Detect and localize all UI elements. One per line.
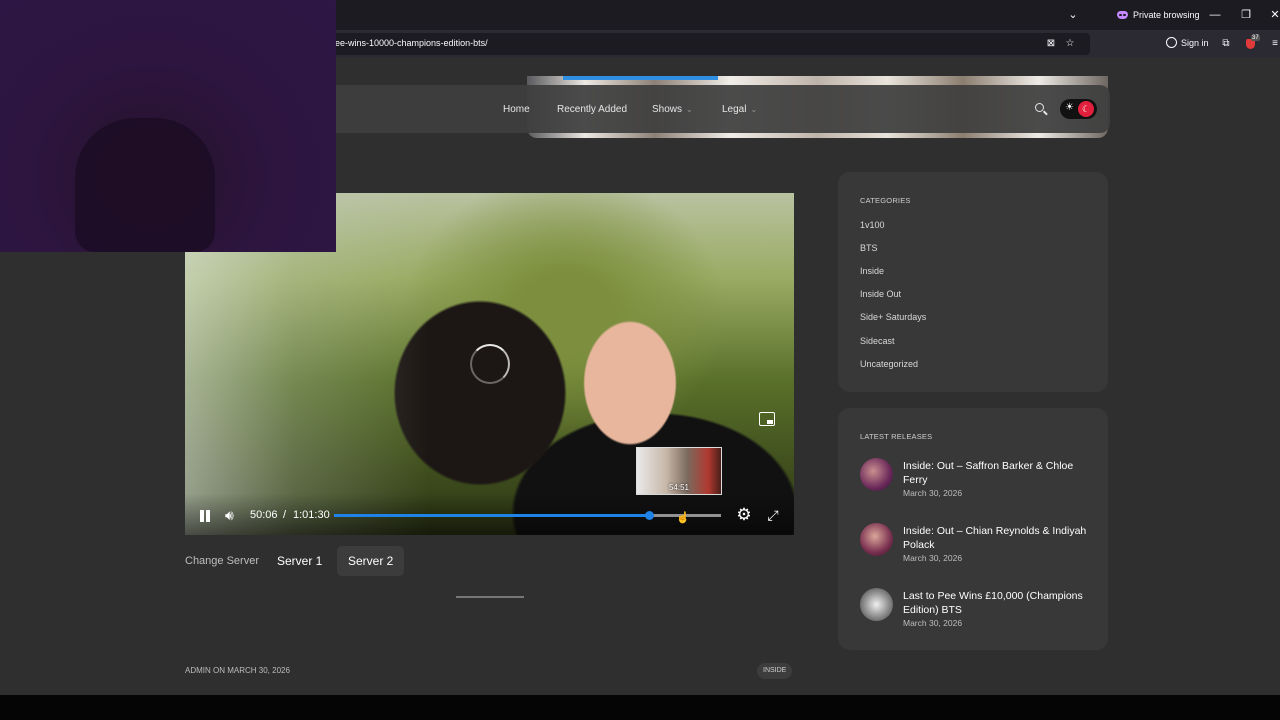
release-title[interactable]: Last to Pee Wins £10,000 (Champions Edit… [903, 589, 1093, 617]
latest-releases-title: LATEST RELEASES [860, 432, 933, 441]
minimize-icon[interactable]: — [1207, 7, 1223, 23]
chevron-down-icon: ⌄ [686, 105, 693, 114]
private-mask-icon [1117, 11, 1128, 19]
search-icon[interactable] [1034, 102, 1048, 116]
private-browsing-label: Private browsing [1133, 10, 1200, 20]
nav-link-shows[interactable]: Shows ⌄ [652, 104, 693, 115]
time-separator: / [283, 509, 287, 521]
category-link[interactable]: BTS [860, 243, 878, 253]
category-link[interactable]: Side+ Saturdays [860, 312, 926, 322]
release-item[interactable]: Inside: Out – Chian Reynolds & Indiyah P… [860, 523, 1090, 568]
loading-spinner-icon [470, 344, 510, 384]
change-server-label: Change Server [185, 555, 259, 567]
sun-icon: ☀ [1065, 102, 1074, 113]
pause-button[interactable] [198, 509, 212, 523]
category-link[interactable]: 1v100 [860, 220, 885, 230]
private-browsing-indicator: Private browsing [1117, 8, 1200, 22]
categories-widget: CATEGORIES 1v100 BTS Inside Inside Out S… [838, 172, 1108, 392]
nav-link-home[interactable]: Home [503, 104, 530, 115]
post-tag-badge[interactable]: INSIDE [757, 663, 793, 679]
release-item[interactable]: Inside: Out – Saffron Barker & Chloe Fer… [860, 458, 1090, 503]
menu-icon[interactable]: ≡ [1268, 37, 1280, 51]
release-thumbnail[interactable] [860, 458, 893, 491]
category-link[interactable]: Inside [860, 266, 884, 276]
fullscreen-icon[interactable]: ⤢ [764, 506, 782, 524]
seek-bar[interactable] [334, 511, 721, 520]
nav-link-recently-added[interactable]: Recently Added [557, 104, 627, 115]
site-navigation [330, 85, 1110, 133]
seek-preview-time: 54:51 [668, 483, 690, 492]
seek-bar-progress [334, 514, 650, 517]
server-2-button[interactable]: Server 2 [337, 546, 405, 576]
extension-badge-count: 37 [1251, 35, 1260, 41]
release-title[interactable]: Inside: Out – Saffron Barker & Chloe Fer… [903, 459, 1093, 487]
restore-icon[interactable]: ❐ [1238, 7, 1254, 23]
seek-preview-thumbnail: 54:51 [636, 447, 722, 495]
nav-link-legal[interactable]: Legal ⌄ [722, 104, 757, 115]
release-date: March 30, 2026 [903, 488, 963, 498]
category-link[interactable]: Inside Out [860, 289, 901, 299]
category-link[interactable]: Uncategorized [860, 359, 918, 369]
bookmark-star-icon[interactable]: ☆ [1063, 37, 1077, 51]
list-all-tabs-icon[interactable]: ⌄ [1066, 8, 1080, 22]
post-meta: ADMIN ON MARCH 30, 2026 [185, 666, 290, 675]
latest-releases-widget: LATEST RELEASES Inside: Out – Saffron Ba… [838, 408, 1108, 650]
close-icon[interactable]: ✕ [1267, 7, 1280, 23]
duration: 1:01:30 [293, 509, 330, 521]
address-bar[interactable]: ee-wins-10000-champions-edition-bts/ ⊠ ☆ [300, 33, 1090, 55]
sign-in-label: Sign in [1181, 37, 1209, 48]
release-date: March 30, 2026 [903, 553, 963, 563]
release-thumbnail[interactable] [860, 523, 893, 556]
server-1-button[interactable]: Server 1 [266, 546, 333, 576]
category-link[interactable]: Sidecast [860, 336, 895, 346]
release-item[interactable]: Last to Pee Wins £10,000 (Champions Edit… [860, 588, 1090, 633]
webcam-silhouette [75, 118, 215, 252]
taskbar-strip [0, 695, 1280, 720]
ublock-extension-icon[interactable]: 37 [1246, 35, 1260, 50]
sign-in-button[interactable]: Sign in [1166, 37, 1209, 48]
volume-icon[interactable]: 🔊︎ [225, 506, 245, 524]
account-icon [1166, 37, 1177, 48]
chevron-down-icon: ⌄ [750, 105, 758, 114]
mouse-cursor-icon: ☝ [676, 512, 690, 524]
categories-title: CATEGORIES [860, 196, 911, 205]
webcam-overlay [0, 0, 336, 252]
settings-gear-icon[interactable]: ⚙ [734, 505, 754, 525]
extensions-icon[interactable]: ⧉ [1219, 37, 1233, 51]
picture-in-picture-icon[interactable] [759, 412, 775, 426]
release-thumbnail[interactable] [860, 588, 893, 621]
release-title[interactable]: Inside: Out – Chian Reynolds & Indiyah P… [903, 524, 1093, 552]
content-divider [456, 596, 524, 598]
blocked-content-icon[interactable]: ⊠ [1044, 37, 1058, 51]
theme-toggle[interactable]: ☀ ☾ [1060, 99, 1097, 119]
moon-icon: ☾ [1078, 101, 1094, 117]
hero-accent-bar [563, 76, 718, 80]
current-time: 50:06 [250, 509, 278, 521]
release-date: March 30, 2026 [903, 618, 963, 628]
url-text[interactable]: ee-wins-10000-champions-edition-bts/ [335, 38, 488, 48]
seek-bar-handle[interactable] [645, 511, 655, 520]
